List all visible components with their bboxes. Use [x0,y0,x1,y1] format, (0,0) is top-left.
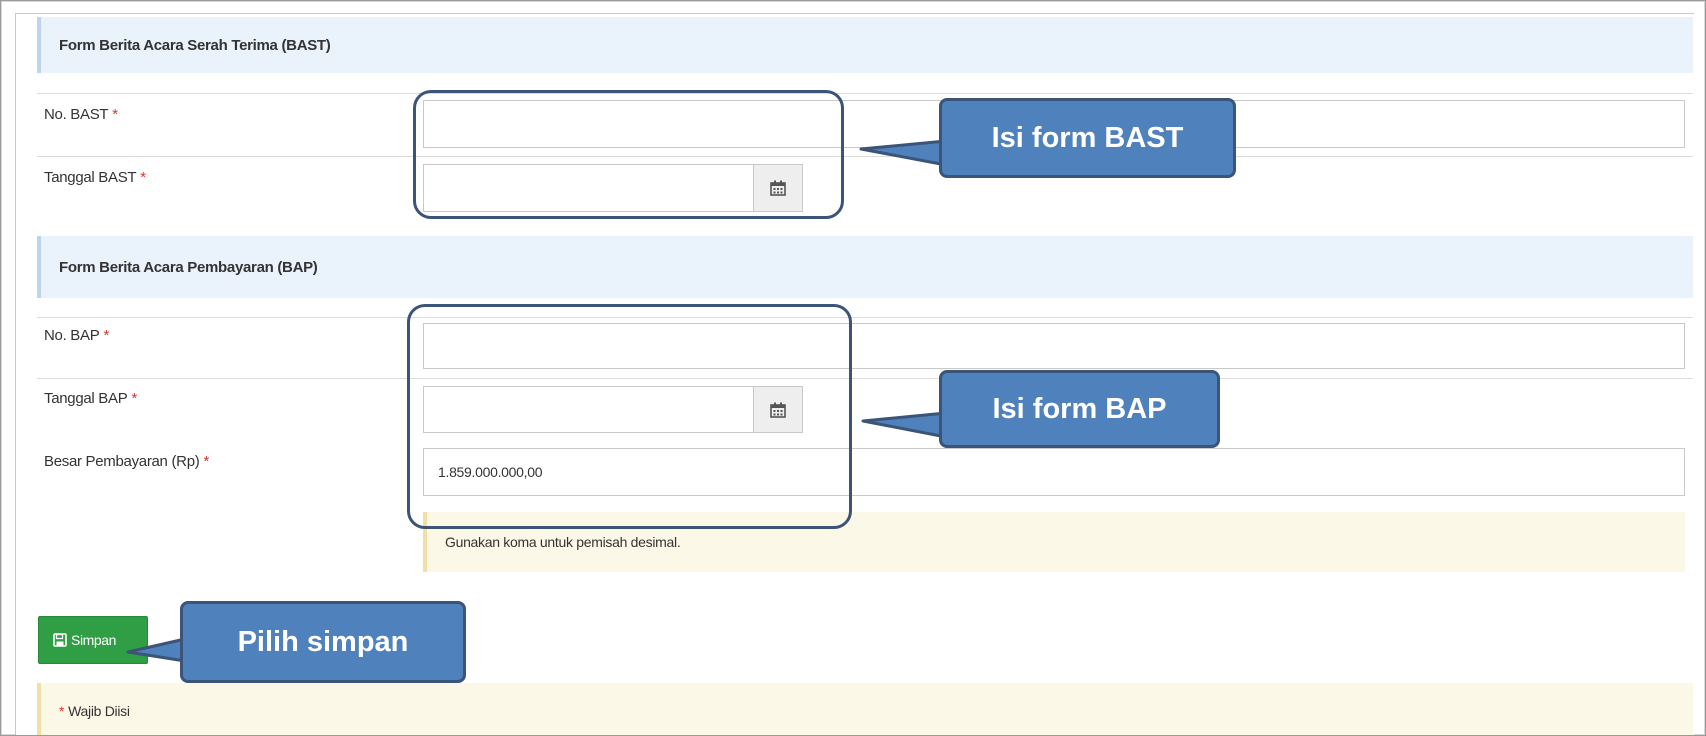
bap-callout: Isi form BAP [939,370,1220,448]
save-callout-text: Pilih simpan [237,625,409,658]
bast-callout: Isi form BAST [939,98,1236,178]
bast-callout-text: Isi form BAST [991,121,1184,154]
bap-callout-text: Isi form BAP [992,392,1167,425]
screenshot-frame: Form Berita Acara Serah Terima (BAST) No… [0,0,1706,736]
save-callout: Pilih simpan [180,601,466,683]
